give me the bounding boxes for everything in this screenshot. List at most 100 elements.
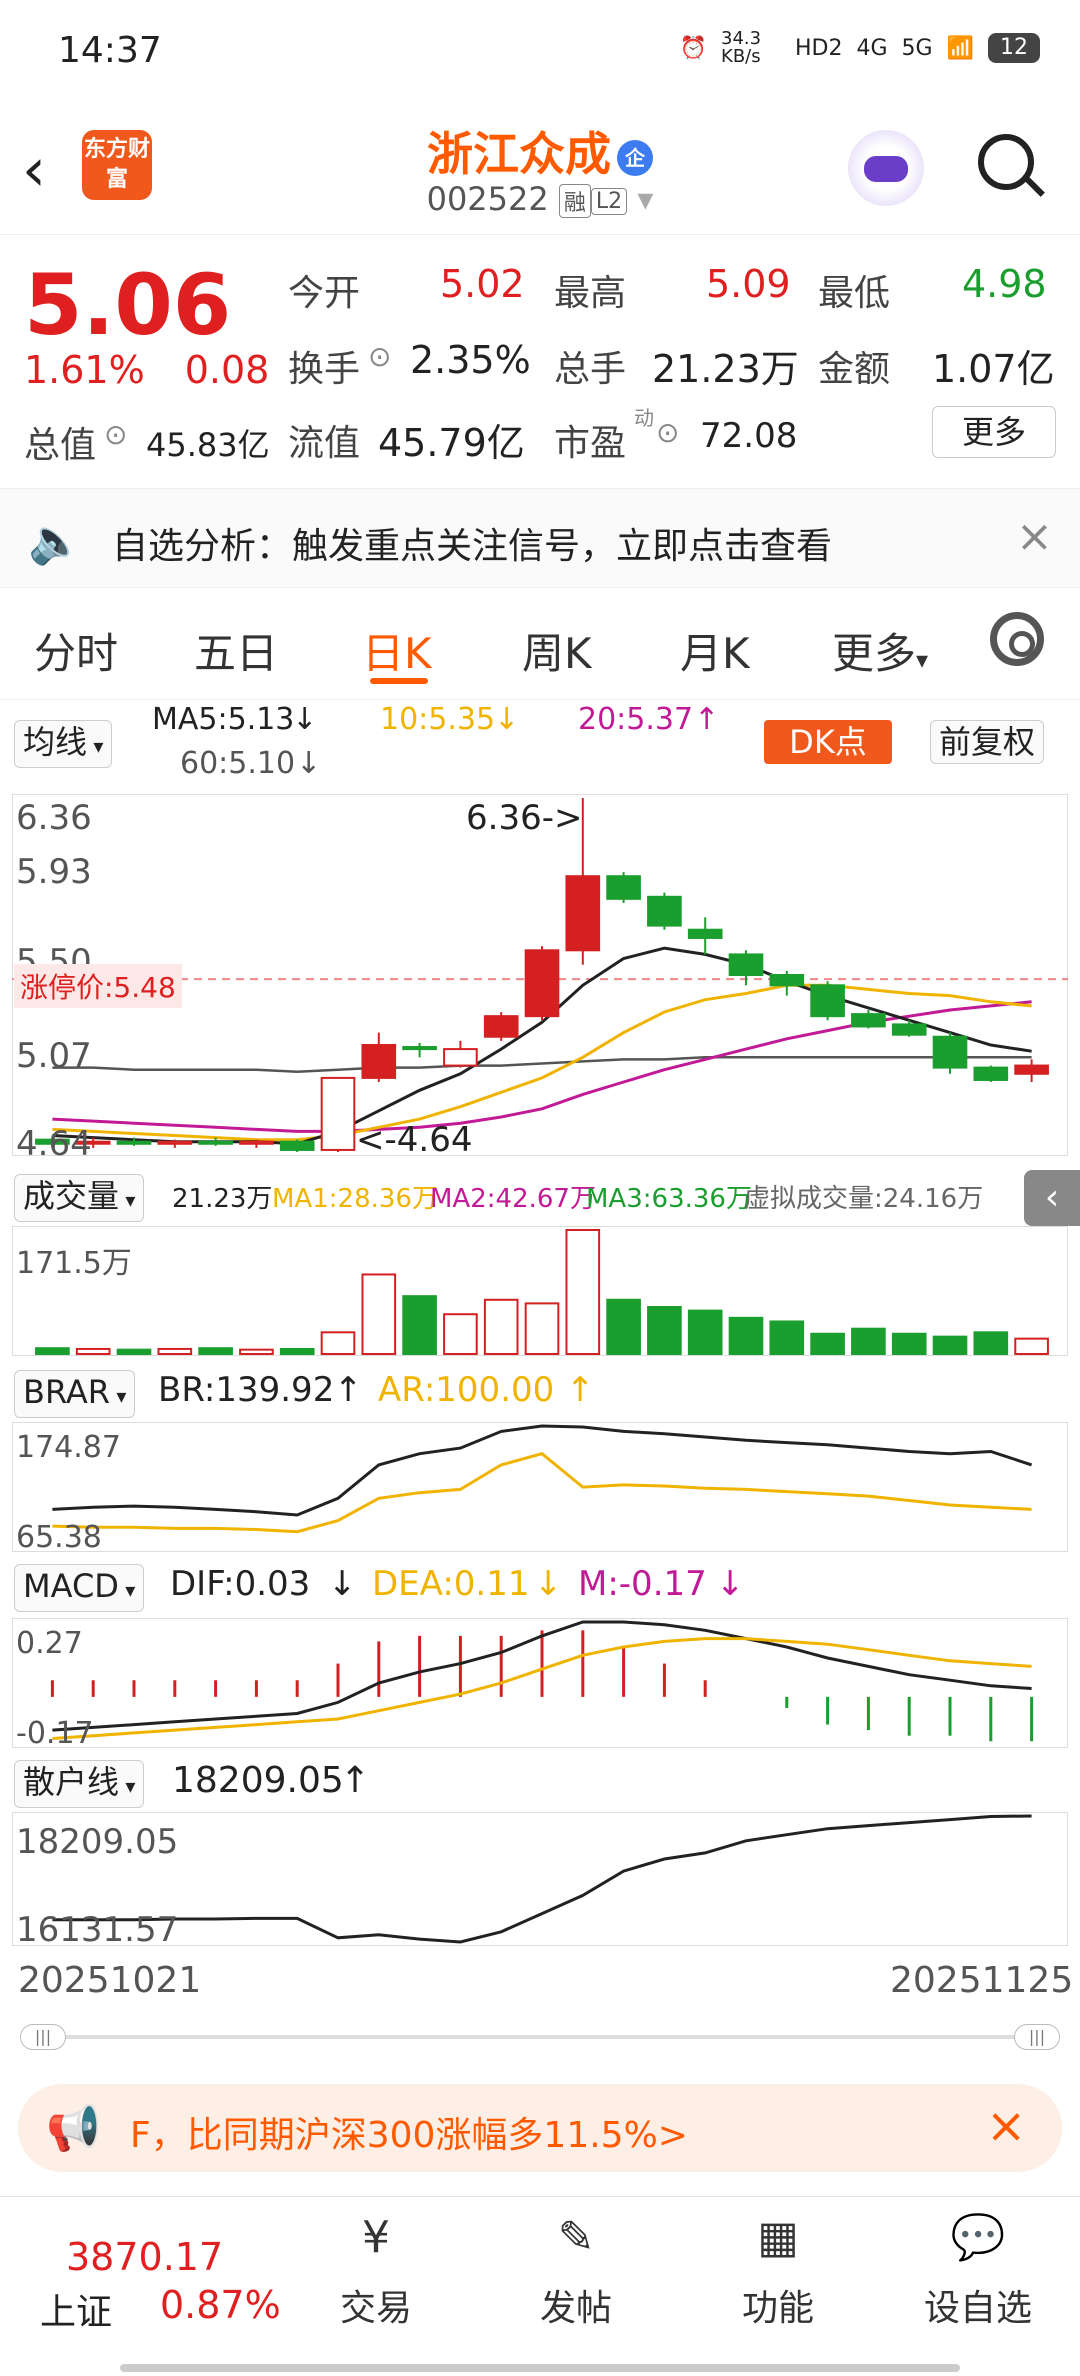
retail-selector[interactable]: 散户线 ▾ <box>14 1760 145 1808</box>
nav-trade[interactable]: ¥ 交易 <box>306 2207 446 2331</box>
robot-face-icon <box>864 156 908 182</box>
dea-arrow: ↓ <box>534 1564 563 1604</box>
volume-bar <box>769 1320 805 1355</box>
volume-bar <box>973 1331 1009 1355</box>
caret-down-icon: ▾ <box>118 1578 136 1602</box>
ma-selector-label: 均线 <box>23 723 88 761</box>
volume-bar <box>157 1347 193 1355</box>
stock-name-text: 浙江众成 <box>427 127 611 181</box>
adjust-button[interactable]: 前复权 <box>930 720 1045 764</box>
vol-ma2: MA2:42.67万 <box>430 1184 596 1214</box>
dea-value: DEA:0.11 <box>372 1564 530 1604</box>
volume-bar <box>198 1347 233 1356</box>
macd-selector[interactable]: MACD ▾ <box>14 1564 145 1612</box>
volume-bar <box>75 1347 111 1355</box>
limit-up-label: 涨停价:5.48 <box>14 964 182 1008</box>
brar-chart[interactable] <box>12 1422 1068 1552</box>
nav-post-label: 发帖 <box>539 2288 612 2329</box>
promo-text[interactable]: F，比同期沪深300涨幅多11.5%> <box>130 2106 688 2158</box>
volume-bar <box>810 1332 845 1356</box>
collapse-arrow-icon[interactable]: ‹ <box>1024 1170 1080 1226</box>
edit-icon: ✎ <box>557 2212 595 2263</box>
pe-info-icon[interactable]: ⊙ <box>656 416 679 449</box>
caret-down-icon: ▾ <box>119 1774 136 1798</box>
quote-panel: 5.06 1.61% 0.08 总值 ⊙ 45.83亿 今开 5.02 最高 5.… <box>0 236 1080 486</box>
dk-button[interactable]: DK点 <box>764 720 892 764</box>
tab-more[interactable]: 更多▾ <box>832 620 928 681</box>
high-label: 最高 <box>554 273 627 314</box>
candle-body <box>932 1035 968 1069</box>
ma-selector[interactable]: 均线 ▾ <box>14 720 113 768</box>
gear-icon[interactable] <box>990 612 1044 666</box>
volume-bar <box>279 1347 315 1355</box>
hd-icon: HD2 <box>795 35 843 61</box>
retail-y-top: 18209.05 <box>16 1822 179 1862</box>
search-icon[interactable] <box>978 134 1034 190</box>
close-icon[interactable]: × <box>1016 511 1053 562</box>
chat-icon: 💬 <box>950 2212 1006 2263</box>
bottom-nav: 3870.17 上证 0.87% ¥ 交易 ✎ 发帖 ▦ 功能 💬 设自选 <box>0 2196 1080 2376</box>
info-icon[interactable]: ⊙ <box>104 418 127 451</box>
tab-daily-k[interactable]: 日K <box>362 620 432 681</box>
caret-down-icon: ▾ <box>110 1384 127 1408</box>
vol-ma1: MA1:28.36万 <box>272 1184 438 1214</box>
scroll-handle-right[interactable]: ||| <box>1014 2024 1060 2050</box>
index-value[interactable]: 3870.17 <box>66 2235 223 2279</box>
nav-add-watch[interactable]: 💬 设自选 <box>908 2207 1048 2331</box>
ar-value: AR:100.00 <box>378 1370 555 1410</box>
nav-function[interactable]: ▦ 功能 <box>708 2207 848 2331</box>
volume-bar <box>1014 1337 1049 1356</box>
high-value: 5.09 <box>706 262 791 306</box>
tab-weekly-k[interactable]: 周K <box>522 620 592 681</box>
volume-selector[interactable]: 成交量 ▾ <box>14 1174 145 1222</box>
dif-arrow: ↓ <box>328 1564 357 1604</box>
nav-function-label: 功能 <box>741 2288 814 2329</box>
candle-body <box>116 1140 152 1145</box>
candle-body <box>973 1066 1009 1081</box>
index-name[interactable]: 上证 <box>40 2283 112 2335</box>
float-value: 45.79亿 <box>378 421 525 465</box>
turnover-info-icon[interactable]: ⊙ <box>368 340 391 373</box>
candle-body <box>483 1015 519 1038</box>
candle-body <box>443 1048 478 1067</box>
br-value: BR:139.92 <box>158 1370 335 1410</box>
robot-avatar[interactable] <box>848 130 924 206</box>
promo-banner[interactable]: 📢 F，比同期沪深300涨幅多11.5%> × <box>18 2084 1062 2172</box>
low-label: 最低 <box>818 273 891 314</box>
retail-value: 18209.05 <box>172 1760 344 1801</box>
index-change[interactable]: 0.87% <box>160 2283 281 2327</box>
stock-code-text: 002522 <box>426 180 549 218</box>
macd-selector-label: MACD <box>23 1567 119 1605</box>
change-amt: 0.08 <box>184 348 270 392</box>
brar-selector[interactable]: BRAR ▾ <box>14 1370 136 1418</box>
max-price-label: 6.36-> <box>466 798 583 838</box>
amount-label: 金额 <box>818 349 891 390</box>
status-time: 14:37 <box>58 30 162 71</box>
m-value: M:-0.17 <box>578 1564 707 1604</box>
low-value: 4.98 <box>962 262 1047 306</box>
candle-body <box>198 1140 233 1145</box>
margin-tag: 融 <box>558 184 591 218</box>
candle-body <box>647 895 682 927</box>
scroll-handle-left[interactable]: ||| <box>20 2024 66 2050</box>
analysis-alert[interactable]: 🔈 自选分析：触发重点关注信号，立即点击查看 × <box>0 488 1080 588</box>
end-date: 20251125 <box>890 1960 1074 2001</box>
nav-post[interactable]: ✎ 发帖 <box>506 2207 646 2331</box>
volume-chart[interactable] <box>12 1226 1068 1356</box>
alert-text[interactable]: 自选分析：触发重点关注信号，立即点击查看 <box>112 517 832 569</box>
close-icon[interactable]: × <box>986 2098 1026 2154</box>
volume-bar <box>443 1313 478 1356</box>
more-button[interactable]: 更多 <box>932 406 1056 458</box>
tab-monthly-k[interactable]: 月K <box>680 620 750 681</box>
caret-down-icon: ▾ <box>916 646 929 674</box>
macd-chart[interactable] <box>12 1618 1068 1748</box>
tab-five-day[interactable]: 五日 <box>194 620 278 681</box>
volume-bar <box>606 1298 641 1356</box>
tab-intraday[interactable]: 分时 <box>34 620 118 681</box>
stock-header: ‹ 东方财富 浙江众成企 002522 融 L2 ▾ <box>0 100 1080 235</box>
retail-y-bottom: 16131.57 <box>16 1910 179 1950</box>
volume-bar <box>687 1309 723 1355</box>
candle-body <box>279 1140 315 1151</box>
range-scrollbar[interactable]: ||| ||| <box>20 2024 1060 2050</box>
volume-bar <box>891 1332 927 1356</box>
